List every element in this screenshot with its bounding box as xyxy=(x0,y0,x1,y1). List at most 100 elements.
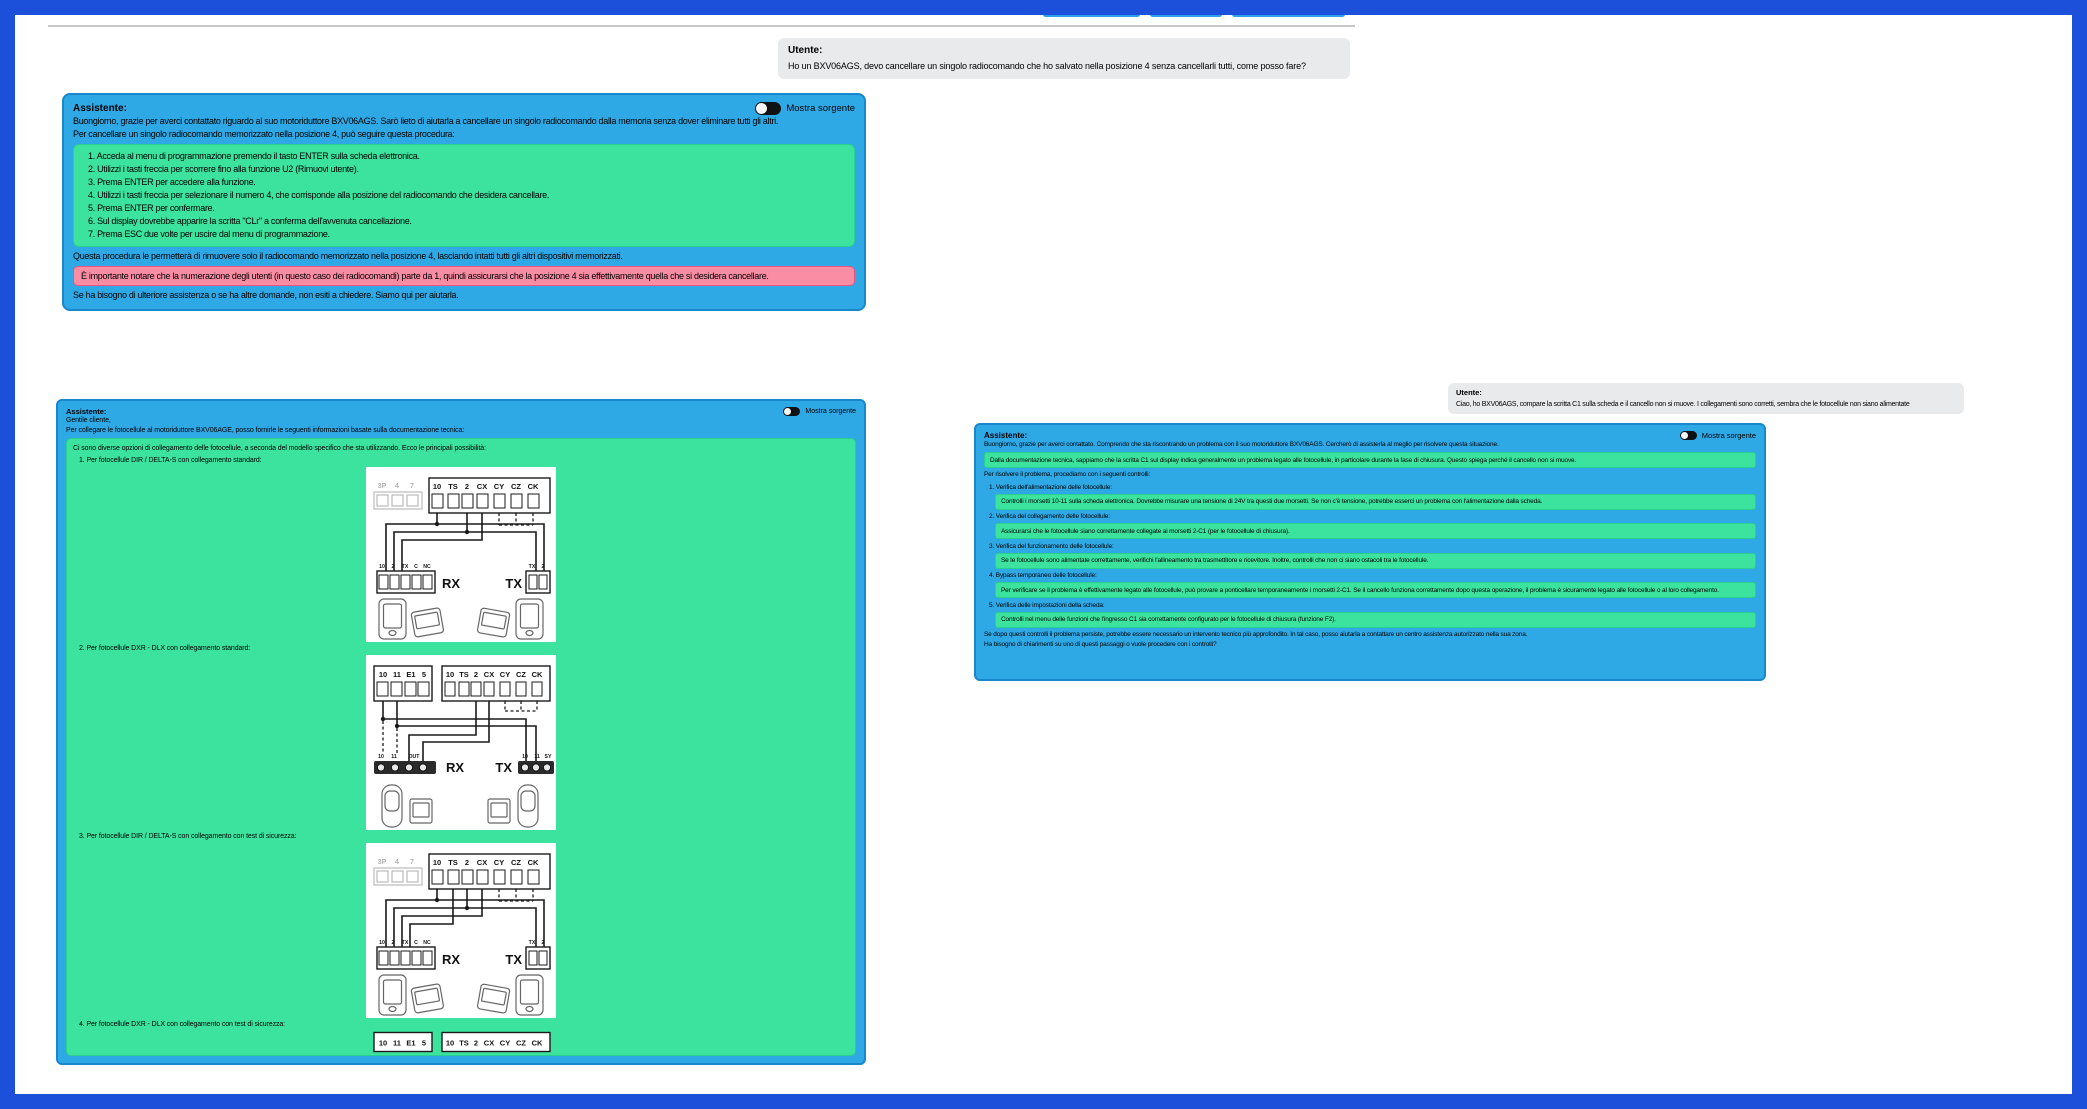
svg-text:3P: 3P xyxy=(378,483,387,490)
svg-text:10: 10 xyxy=(433,858,441,867)
user-text: Ho un BXV06AGS, devo cancellare un singo… xyxy=(788,60,1340,72)
svg-text:7: 7 xyxy=(410,483,414,490)
svg-text:CY: CY xyxy=(500,670,510,679)
svg-text:CZ: CZ xyxy=(511,858,521,867)
check-title: 2. Verifica del collegamento delle fotoc… xyxy=(989,512,1756,521)
check-detail-box: Assicurarsi che le fotocellule siano cor… xyxy=(995,523,1756,539)
procedure-step: 3. Prema ENTER per accedere alla funzion… xyxy=(88,176,846,189)
svg-text:TX: TX xyxy=(529,940,536,946)
top-tab-underline-1[interactable] xyxy=(1043,12,1140,17)
svg-text:2: 2 xyxy=(392,940,395,946)
procedure-step: 6. Sul display dovrebbe apparire la scri… xyxy=(88,215,846,228)
wiring-option-label: 1. Per fotocellule DIR / DELTA-S con col… xyxy=(79,456,849,466)
svg-text:CY: CY xyxy=(500,1039,510,1048)
svg-text:E1: E1 xyxy=(406,670,415,679)
wiring-diagram-dir-delta-standard: 3P 4 7 10 TS 2 CX CY CZ CK xyxy=(366,467,556,642)
svg-text:10: 10 xyxy=(379,670,387,679)
svg-text:TS: TS xyxy=(459,670,469,679)
wiring-diagram-dir-delta-safety-test: 3P 4 7 10 TS 2 CX CY CZ CK xyxy=(366,843,556,1018)
assistant-label: Assistente: xyxy=(73,103,127,114)
svg-text:NC: NC xyxy=(423,564,431,570)
svg-text:5: 5 xyxy=(422,670,426,679)
info-highlight-box: Dalla documentazione tecnica, sappiamo c… xyxy=(984,452,1756,468)
wiring-diagram-dxr-dlx-safety-test-partial: 10 11 E1 5 10 TS 2 CX CY CZ CK xyxy=(366,1031,556,1053)
svg-text:SY: SY xyxy=(545,754,552,760)
warning-note-box: È importante notare che la numerazione d… xyxy=(73,266,855,286)
check-title: 4. Bypass temporaneo delle fotocellule: xyxy=(989,571,1756,580)
assistant-panel-errore-c1: Assistente: Mostra sorgente Buongiorno, … xyxy=(974,423,1766,681)
svg-text:TS: TS xyxy=(459,1039,469,1048)
svg-text:11: 11 xyxy=(393,1039,401,1048)
assistant-paragraph: Se dopo questi controlli il problema per… xyxy=(984,630,1756,640)
svg-text:10: 10 xyxy=(446,670,454,679)
svg-text:RX: RX xyxy=(442,952,460,967)
procedure-step: 4. Utilizzi i tasti freccia per selezion… xyxy=(88,189,846,202)
toggle-knob xyxy=(784,408,791,415)
assistant-paragraph: Se ha bisogno di ulteriore assistenza o … xyxy=(73,289,855,302)
svg-text:TX: TX xyxy=(402,564,409,570)
check-title: 3. Verifica del funzionamento delle foto… xyxy=(989,542,1756,551)
assistant-paragraph: Per risolvere il problema, procediamo co… xyxy=(984,470,1756,480)
top-tab-underline-2[interactable] xyxy=(1150,12,1222,17)
svg-text:NC: NC xyxy=(423,940,431,946)
svg-text:C: C xyxy=(414,940,418,946)
svg-text:2: 2 xyxy=(465,482,469,491)
mostra-sorgente-label: Mostra sorgente xyxy=(805,408,856,415)
assistant-panel-radiocomando: Assistente: Mostra sorgente Buongiorno, … xyxy=(62,93,866,311)
user-text: Ciao, ho BXV06AGS, compare la scritta C1… xyxy=(1456,400,1956,409)
svg-text:CK: CK xyxy=(528,858,539,867)
svg-text:10: 10 xyxy=(378,754,384,760)
svg-text:2: 2 xyxy=(474,670,478,679)
svg-text:OUT: OUT xyxy=(409,754,421,760)
svg-text:2: 2 xyxy=(474,1039,478,1048)
svg-text:11: 11 xyxy=(534,754,540,760)
user-message-1: Utente: Ho un BXV06AGS, devo cancellare … xyxy=(778,38,1350,79)
svg-text:TS: TS xyxy=(448,482,458,491)
procedure-step: 7. Prema ESC due volte per uscire dal me… xyxy=(88,228,846,241)
svg-text:TS: TS xyxy=(448,858,458,867)
svg-text:TX: TX xyxy=(495,760,512,775)
top-tab-underline-3[interactable] xyxy=(1232,12,1345,17)
svg-text:E1: E1 xyxy=(406,1039,415,1048)
svg-text:CX: CX xyxy=(484,670,494,679)
mostra-sorgente-toggle[interactable] xyxy=(755,102,781,115)
tx-strip xyxy=(518,761,554,774)
wiring-option-label: 4. Per fotocellule DXR - DLX con collega… xyxy=(79,1020,849,1030)
wiring-option-label: 3. Per fotocellule DIR / DELTA-S con col… xyxy=(79,832,849,842)
svg-text:CY: CY xyxy=(494,858,504,867)
svg-text:2: 2 xyxy=(542,940,545,946)
svg-text:5: 5 xyxy=(422,1039,426,1048)
svg-text:10: 10 xyxy=(522,754,528,760)
svg-text:2: 2 xyxy=(542,564,545,570)
mostra-sorgente-label: Mostra sorgente xyxy=(1702,431,1756,440)
toggle-knob xyxy=(1681,432,1688,439)
procedure-step: 1. Acceda al menu di programmazione prem… xyxy=(88,150,846,163)
svg-text:CX: CX xyxy=(484,1039,494,1048)
user-label: Utente: xyxy=(788,45,1340,56)
mostra-sorgente-toggle[interactable] xyxy=(783,407,800,416)
rx-strip xyxy=(374,761,436,774)
svg-text:10: 10 xyxy=(379,940,385,946)
wiring-option-label: 2. Per fotocellule DXR - DLX con collega… xyxy=(79,644,849,654)
svg-text:CZ: CZ xyxy=(516,670,526,679)
svg-text:CK: CK xyxy=(528,482,539,491)
svg-text:TX: TX xyxy=(402,940,409,946)
assistant-greeting: Gentile cliente, xyxy=(66,416,856,426)
svg-text:TX: TX xyxy=(529,564,536,570)
assistant-paragraph: Buongiorno, grazie per averci contattato… xyxy=(73,115,855,128)
svg-text:TX: TX xyxy=(505,576,522,591)
svg-text:2: 2 xyxy=(392,564,395,570)
assistant-label: Assistente: xyxy=(984,431,1027,440)
mostra-sorgente-toggle[interactable] xyxy=(1680,431,1697,440)
svg-text:4: 4 xyxy=(395,483,399,490)
top-divider xyxy=(48,25,1355,27)
procedure-step: 2. Utilizzi i tasti freccia per scorrere… xyxy=(88,163,846,176)
svg-text:CK: CK xyxy=(532,1039,543,1048)
svg-text:C: C xyxy=(414,564,418,570)
user-label: Utente: xyxy=(1456,388,1956,397)
svg-text:CK: CK xyxy=(532,670,543,679)
check-detail-box: Se le fotocellule sono alimentate corret… xyxy=(995,553,1756,569)
svg-text:CZ: CZ xyxy=(516,1039,526,1048)
svg-text:3P: 3P xyxy=(378,859,387,866)
assistant-paragraph: Questa procedura le permetterà di rimuov… xyxy=(73,250,855,263)
